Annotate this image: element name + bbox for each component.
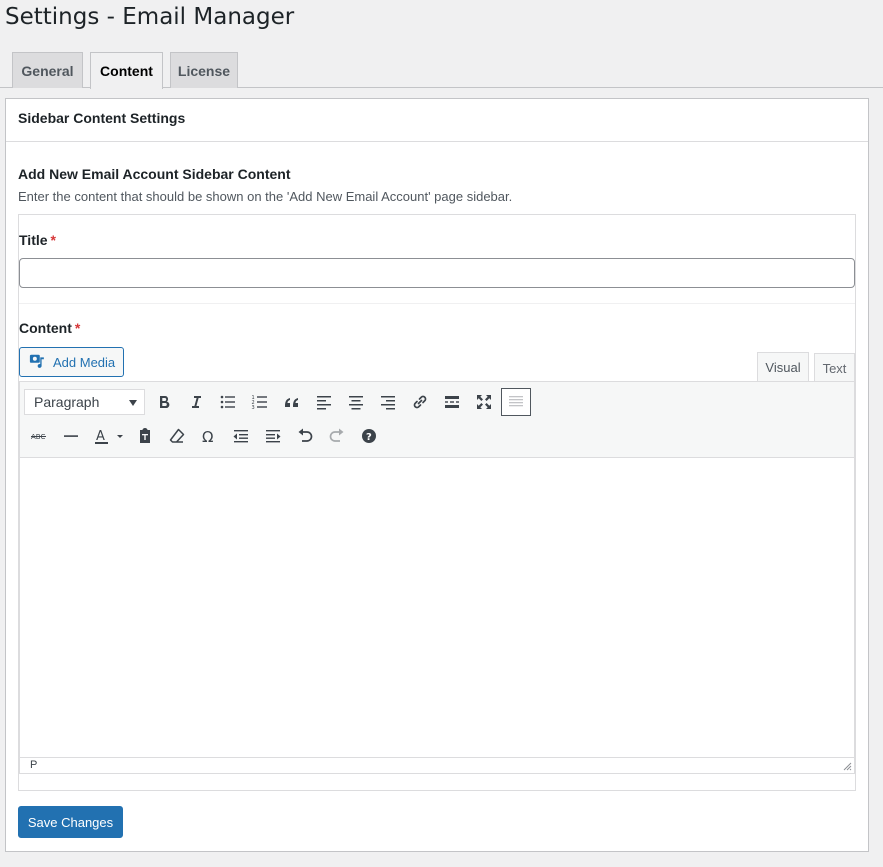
section-description: Enter the content that should be shown o… <box>18 189 513 204</box>
fullscreen-icon[interactable] <box>469 388 499 416</box>
svg-text:?: ? <box>366 432 372 443</box>
horizontal-line-icon[interactable] <box>56 422 86 450</box>
italic-icon[interactable] <box>181 388 211 416</box>
svg-text:Ω: Ω <box>202 428 213 446</box>
link-icon[interactable] <box>405 388 435 416</box>
toolbar-row-1: Paragraph 123 <box>24 387 533 417</box>
special-character-icon[interactable]: Ω <box>194 422 224 450</box>
help-icon[interactable]: ? <box>354 422 384 450</box>
tab-license[interactable]: License <box>170 52 238 88</box>
settings-panel: Sidebar Content Settings Add New Email A… <box>5 98 869 852</box>
numbered-list-icon[interactable]: 123 <box>245 388 275 416</box>
required-mark: * <box>50 232 56 248</box>
content-label: Content * <box>19 320 81 336</box>
section-title: Add New Email Account Sidebar Content <box>18 166 291 182</box>
bulleted-list-icon[interactable] <box>213 388 243 416</box>
tab-general[interactable]: General <box>12 52 83 88</box>
svg-text:3: 3 <box>252 405 255 411</box>
tab-visual[interactable]: Visual <box>757 352 809 382</box>
align-right-icon[interactable] <box>373 388 403 416</box>
strikethrough-icon[interactable]: ABC <box>24 422 54 450</box>
redo-icon[interactable] <box>322 422 352 450</box>
settings-tabs: General Content License <box>0 52 883 89</box>
title-input[interactable] <box>19 258 855 288</box>
toolbar-toggle-icon[interactable] <box>501 388 531 416</box>
blockquote-icon[interactable] <box>277 388 307 416</box>
svg-text:A: A <box>96 429 105 444</box>
editor-toolbar: Paragraph 123 ABC <box>20 382 854 458</box>
editor-status-bar: P <box>20 757 854 773</box>
page-title: Settings - Email Manager <box>5 4 295 30</box>
save-changes-button[interactable]: Save Changes <box>18 806 123 838</box>
add-media-label: Add Media <box>53 354 116 370</box>
rich-text-editor: Paragraph 123 ABC <box>19 381 855 774</box>
align-center-icon[interactable] <box>341 388 371 416</box>
add-media-button[interactable]: Add Media <box>19 347 124 377</box>
clear-formatting-icon[interactable] <box>162 422 192 450</box>
toolbar-row-2: ABC A Ω ? <box>24 421 386 451</box>
content-editor-area[interactable] <box>20 459 854 758</box>
text-color-icon[interactable]: A <box>88 422 128 450</box>
tab-content[interactable]: Content <box>90 52 163 89</box>
divider <box>19 303 855 304</box>
title-label: Title * <box>19 232 56 248</box>
required-mark: * <box>74 320 81 336</box>
indent-icon[interactable] <box>258 422 288 450</box>
format-select[interactable]: Paragraph <box>24 389 145 415</box>
align-left-icon[interactable] <box>309 388 339 416</box>
element-path[interactable]: P <box>30 759 37 771</box>
undo-icon[interactable] <box>290 422 320 450</box>
content-form: Title * Content * Add Media Visual Text Pa… <box>18 214 856 791</box>
paste-as-text-icon[interactable] <box>130 422 160 450</box>
bold-icon[interactable] <box>149 388 179 416</box>
tab-text[interactable]: Text <box>814 353 855 382</box>
media-icon <box>29 352 47 373</box>
read-more-icon[interactable] <box>437 388 467 416</box>
panel-heading: Sidebar Content Settings <box>6 99 868 142</box>
outdent-icon[interactable] <box>226 422 256 450</box>
resize-handle-icon[interactable] <box>842 761 852 771</box>
chevron-down-icon <box>129 400 137 406</box>
